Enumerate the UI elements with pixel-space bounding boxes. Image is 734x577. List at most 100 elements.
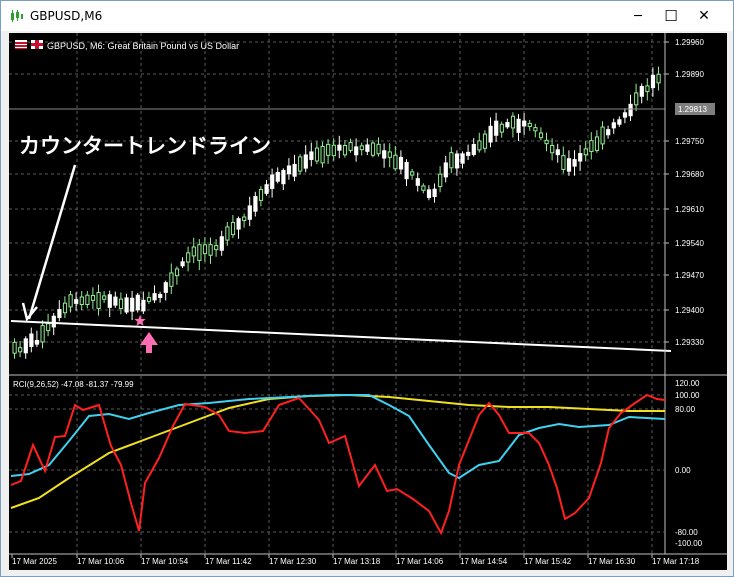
candle-body <box>494 120 499 136</box>
candle-body <box>281 170 286 185</box>
candle-body <box>622 112 628 118</box>
candle-body <box>141 299 146 312</box>
maximize-button[interactable]: ☐ <box>655 1 687 31</box>
candle-body <box>270 174 275 189</box>
candle-body <box>527 122 532 127</box>
candle-body <box>314 147 320 162</box>
candle-body <box>359 145 364 151</box>
minimize-button[interactable]: ─ <box>622 1 654 31</box>
candle-body <box>348 142 353 151</box>
candle-body <box>583 148 588 156</box>
candle-body <box>611 122 616 129</box>
candle-body <box>594 136 600 151</box>
chart-window: GBPUSD,M6 ─ ☐ ✕ カウンタートレンドライン GBPUSD, M6:… <box>0 0 734 577</box>
candle-body <box>258 188 264 201</box>
symbol-flag-icon <box>15 40 43 49</box>
candle-body <box>118 298 124 309</box>
price-tick-label: 1.29750 <box>675 137 704 146</box>
candle-body <box>303 154 308 169</box>
candle-body <box>488 125 493 143</box>
candle-body <box>505 122 510 128</box>
candle-body <box>466 151 471 156</box>
candle-body <box>152 293 157 301</box>
candle-body <box>522 120 527 127</box>
candle-body <box>449 152 454 169</box>
candle-body <box>410 171 415 176</box>
candle-body <box>477 140 482 151</box>
candle-body <box>460 153 465 164</box>
candle-body <box>85 294 90 305</box>
candle-body <box>589 140 594 153</box>
window-title: GBPUSD,M6 <box>30 9 103 23</box>
candle-body <box>337 144 342 151</box>
candle-body <box>471 143 476 155</box>
candle-body <box>421 185 426 191</box>
price-tick-label: 1.29960 <box>675 38 704 47</box>
candle-body <box>214 245 219 251</box>
price-chart[interactable]: カウンタートレンドライン GBPUSD, M6: Great Britain P… <box>9 33 727 570</box>
candle-body <box>443 162 448 178</box>
candle-body <box>365 144 370 152</box>
candle-body <box>331 144 336 157</box>
price-tick-label: 1.29400 <box>675 306 704 315</box>
candle-body <box>163 282 168 293</box>
candle-body <box>566 158 572 172</box>
candle-body <box>169 272 174 287</box>
price-axis[interactable]: 1.29960 1.29890 1.29750 1.29680 1.29610 1.295… <box>665 38 704 347</box>
indicator-grid <box>9 394 665 533</box>
candle-body <box>376 143 381 155</box>
price-tick-label: 1.29680 <box>675 170 704 179</box>
candle-body <box>387 151 392 158</box>
candle-body <box>656 73 661 84</box>
candle-body <box>634 92 639 106</box>
title-bar[interactable]: GBPUSD,M6 ─ ☐ ✕ <box>1 1 733 31</box>
price-tick-label: 1.29330 <box>675 338 704 347</box>
candle-body <box>158 293 163 298</box>
candle-body <box>230 221 236 236</box>
candle-body <box>12 341 17 354</box>
candle-body <box>309 151 314 160</box>
candle-body <box>29 333 34 347</box>
candle-body <box>398 156 404 170</box>
candle-body <box>74 299 79 304</box>
candle-body <box>242 216 247 221</box>
candle-body <box>202 244 208 255</box>
annotation-label: カウンタートレンドライン <box>19 134 271 158</box>
chart-area[interactable]: カウンタートレンドライン GBPUSD, M6: Great Britain P… <box>9 33 727 570</box>
candle-body <box>225 226 230 241</box>
time-tick-label: 17 Mar 10:06 <box>77 557 125 566</box>
price-tick-label: 1.29540 <box>675 239 704 248</box>
indicator-tick-label: 100.00 <box>675 391 700 400</box>
candle-body <box>426 189 432 198</box>
candle-body <box>561 155 566 170</box>
candle-body <box>650 74 656 89</box>
time-axis[interactable]: 17 Mar 2025 17 Mar 10:06 17 Mar 10:54 17 Ma… <box>11 554 700 566</box>
candle-body <box>533 127 538 132</box>
time-tick-label: 17 Mar 2025 <box>12 557 57 566</box>
candle-body <box>354 146 359 156</box>
candle-body <box>578 153 583 162</box>
candle-body <box>298 156 303 172</box>
time-tick-label: 17 Mar 17:18 <box>652 557 700 566</box>
indicator-label: RCI(9,26,52) -47.08 -81.37 -79.99 <box>13 380 134 389</box>
candle-body <box>174 268 180 277</box>
close-button[interactable]: ✕ <box>688 1 720 31</box>
candle-body <box>286 165 292 175</box>
candle-body <box>617 119 622 125</box>
indicator-axis: 120.00 100.00 80.00 0.00 -80.00 -100.00 <box>675 379 703 548</box>
indicator-tick-label: 0.00 <box>675 466 691 475</box>
counter-trendline[interactable] <box>10 320 672 352</box>
candle-body <box>135 294 140 311</box>
time-tick-label: 17 Mar 14:06 <box>396 557 444 566</box>
rci-short-line <box>10 393 666 536</box>
candles <box>12 66 661 359</box>
time-tick-label: 17 Mar 13:18 <box>333 557 381 566</box>
candle-body <box>600 126 605 145</box>
signal-up-arrow-icon <box>140 332 158 353</box>
minimize-icon: ─ <box>634 8 642 24</box>
symbol-label: GBPUSD, M6: Great Britain Pound vs US Do… <box>47 41 239 51</box>
candle-body <box>382 150 387 159</box>
candle-body <box>370 142 376 156</box>
candle-body <box>544 139 549 145</box>
price-tick-label: 1.29890 <box>675 70 704 79</box>
